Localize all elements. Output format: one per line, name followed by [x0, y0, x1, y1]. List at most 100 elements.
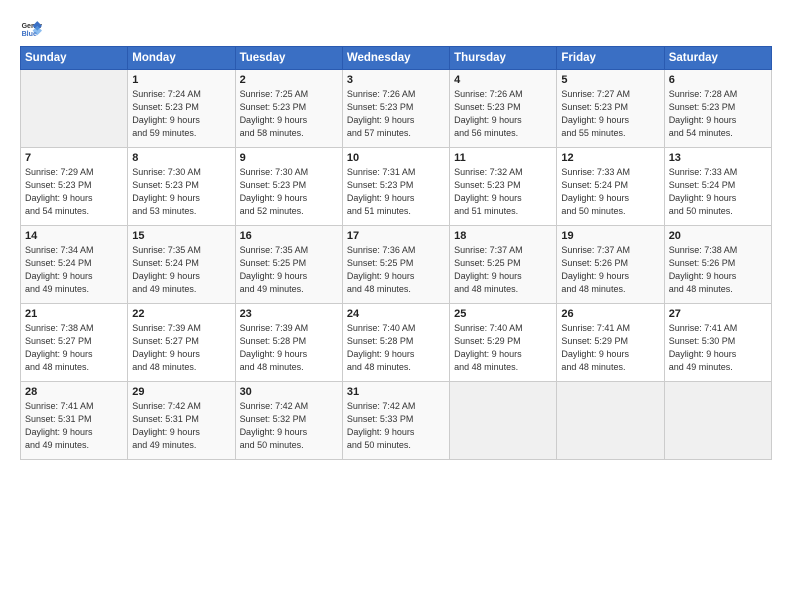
- calendar-cell: 27Sunrise: 7:41 AM Sunset: 5:30 PM Dayli…: [664, 304, 771, 382]
- calendar-cell: 13 Sunrise: 7:33 AM Sunset: 5:24 PM Dayli…: [664, 148, 771, 226]
- day-number: 2: [240, 74, 338, 86]
- calendar-cell: [557, 382, 664, 460]
- day-info: Sunrise: 7:35 AM Sunset: 5:24 PM Dayligh…: [132, 244, 230, 296]
- col-header-monday: Monday: [128, 47, 235, 70]
- col-header-wednesday: Wednesday: [342, 47, 449, 70]
- calendar-table: SundayMondayTuesdayWednesdayThursdayFrid…: [20, 46, 772, 460]
- day-number: 16: [240, 230, 338, 242]
- page: General Blue SundayMondayTuesdayWednesda…: [0, 0, 792, 612]
- calendar-cell: 29 Sunrise: 7:42 AM Sunset: 5:31 PM Dayli…: [128, 382, 235, 460]
- day-info: Sunrise: 7:25 AM Sunset: 5:23 PM Dayligh…: [240, 88, 338, 140]
- day-number: 19: [561, 230, 659, 242]
- day-number: 18: [454, 230, 552, 242]
- day-number: 15: [132, 230, 230, 242]
- calendar-cell: 1 Sunrise: 7:24 AM Sunset: 5:23 PM Daylig…: [128, 70, 235, 148]
- col-header-saturday: Saturday: [664, 47, 771, 70]
- calendar-cell: 30 Sunrise: 7:42 AM Sunset: 5:32 PM Dayli…: [235, 382, 342, 460]
- week-row-2: 7 Sunrise: 7:29 AM Sunset: 5:23 PM Daylig…: [21, 148, 772, 226]
- logo-icon: General Blue: [20, 18, 42, 40]
- day-info: Sunrise: 7:29 AM Sunset: 5:23 PM Dayligh…: [25, 166, 123, 218]
- day-info: Sunrise: 7:37 AM Sunset: 5:25 PM Dayligh…: [454, 244, 552, 296]
- day-info: Sunrise: 7:24 AM Sunset: 5:23 PM Dayligh…: [132, 88, 230, 140]
- day-info: Sunrise: 7:39 AM Sunset: 5:27 PM Dayligh…: [132, 322, 230, 374]
- calendar-cell: 2 Sunrise: 7:25 AM Sunset: 5:23 PM Daylig…: [235, 70, 342, 148]
- day-info: Sunrise: 7:30 AM Sunset: 5:23 PM Dayligh…: [240, 166, 338, 218]
- day-info: Sunrise: 7:31 AM Sunset: 5:23 PM Dayligh…: [347, 166, 445, 218]
- calendar-cell: 12 Sunrise: 7:33 AM Sunset: 5:24 PM Dayli…: [557, 148, 664, 226]
- calendar-cell: [450, 382, 557, 460]
- calendar-cell: 28 Sunrise: 7:41 AM Sunset: 5:31 PM Dayli…: [21, 382, 128, 460]
- col-header-friday: Friday: [557, 47, 664, 70]
- day-info: Sunrise: 7:41 AM Sunset: 5:29 PM Dayligh…: [561, 322, 659, 374]
- day-number: 22: [132, 308, 230, 320]
- col-header-tuesday: Tuesday: [235, 47, 342, 70]
- day-info: Sunrise: 7:42 AM Sunset: 5:32 PM Dayligh…: [240, 400, 338, 452]
- day-info: Sunrise: 7:37 AM Sunset: 5:26 PM Dayligh…: [561, 244, 659, 296]
- day-number: 7: [25, 152, 123, 164]
- calendar-cell: [664, 382, 771, 460]
- day-number: 28: [25, 386, 123, 398]
- day-info: Sunrise: 7:41 AM Sunset: 5:31 PM Dayligh…: [25, 400, 123, 452]
- calendar-cell: 15 Sunrise: 7:35 AM Sunset: 5:24 PM Dayli…: [128, 226, 235, 304]
- calendar-cell: 17 Sunrise: 7:36 AM Sunset: 5:25 PM Dayli…: [342, 226, 449, 304]
- calendar-cell: 8Sunrise: 7:30 AM Sunset: 5:23 PM Daylig…: [128, 148, 235, 226]
- calendar-cell: 25 Sunrise: 7:40 AM Sunset: 5:29 PM Dayli…: [450, 304, 557, 382]
- day-number: 14: [25, 230, 123, 242]
- day-number: 12: [561, 152, 659, 164]
- calendar-cell: 3Sunrise: 7:26 AM Sunset: 5:23 PM Daylig…: [342, 70, 449, 148]
- day-number: 5: [561, 74, 659, 86]
- calendar-cell: 26 Sunrise: 7:41 AM Sunset: 5:29 PM Dayli…: [557, 304, 664, 382]
- header-row: SundayMondayTuesdayWednesdayThursdayFrid…: [21, 47, 772, 70]
- calendar-cell: 21Sunrise: 7:38 AM Sunset: 5:27 PM Dayli…: [21, 304, 128, 382]
- day-info: Sunrise: 7:36 AM Sunset: 5:25 PM Dayligh…: [347, 244, 445, 296]
- day-number: 11: [454, 152, 552, 164]
- day-number: 29: [132, 386, 230, 398]
- day-number: 31: [347, 386, 445, 398]
- week-row-4: 21Sunrise: 7:38 AM Sunset: 5:27 PM Dayli…: [21, 304, 772, 382]
- day-number: 9: [240, 152, 338, 164]
- calendar-cell: 24 Sunrise: 7:40 AM Sunset: 5:28 PM Dayli…: [342, 304, 449, 382]
- day-number: 10: [347, 152, 445, 164]
- day-number: 25: [454, 308, 552, 320]
- calendar-cell: 7 Sunrise: 7:29 AM Sunset: 5:23 PM Daylig…: [21, 148, 128, 226]
- day-number: 1: [132, 74, 230, 86]
- day-number: 23: [240, 308, 338, 320]
- day-info: Sunrise: 7:30 AM Sunset: 5:23 PM Dayligh…: [132, 166, 230, 218]
- day-number: 3: [347, 74, 445, 86]
- calendar-cell: 9 Sunrise: 7:30 AM Sunset: 5:23 PM Daylig…: [235, 148, 342, 226]
- day-number: 4: [454, 74, 552, 86]
- calendar-cell: 18 Sunrise: 7:37 AM Sunset: 5:25 PM Dayli…: [450, 226, 557, 304]
- day-info: Sunrise: 7:42 AM Sunset: 5:31 PM Dayligh…: [132, 400, 230, 452]
- day-number: 20: [669, 230, 767, 242]
- day-info: Sunrise: 7:42 AM Sunset: 5:33 PM Dayligh…: [347, 400, 445, 452]
- calendar-cell: 20 Sunrise: 7:38 AM Sunset: 5:26 PM Dayli…: [664, 226, 771, 304]
- header: General Blue: [20, 18, 772, 40]
- calendar-cell: 31 Sunrise: 7:42 AM Sunset: 5:33 PM Dayli…: [342, 382, 449, 460]
- col-header-thursday: Thursday: [450, 47, 557, 70]
- day-info: Sunrise: 7:35 AM Sunset: 5:25 PM Dayligh…: [240, 244, 338, 296]
- day-number: 24: [347, 308, 445, 320]
- logo: General Blue: [20, 18, 46, 40]
- day-info: Sunrise: 7:32 AM Sunset: 5:23 PM Dayligh…: [454, 166, 552, 218]
- day-info: Sunrise: 7:33 AM Sunset: 5:24 PM Dayligh…: [561, 166, 659, 218]
- calendar-cell: 14Sunrise: 7:34 AM Sunset: 5:24 PM Dayli…: [21, 226, 128, 304]
- day-info: Sunrise: 7:40 AM Sunset: 5:28 PM Dayligh…: [347, 322, 445, 374]
- calendar-cell: 16 Sunrise: 7:35 AM Sunset: 5:25 PM Dayli…: [235, 226, 342, 304]
- calendar-cell: 19 Sunrise: 7:37 AM Sunset: 5:26 PM Dayli…: [557, 226, 664, 304]
- day-info: Sunrise: 7:28 AM Sunset: 5:23 PM Dayligh…: [669, 88, 767, 140]
- col-header-sunday: Sunday: [21, 47, 128, 70]
- day-number: 13: [669, 152, 767, 164]
- day-info: Sunrise: 7:26 AM Sunset: 5:23 PM Dayligh…: [454, 88, 552, 140]
- calendar-cell: [21, 70, 128, 148]
- day-info: Sunrise: 7:40 AM Sunset: 5:29 PM Dayligh…: [454, 322, 552, 374]
- day-number: 30: [240, 386, 338, 398]
- day-info: Sunrise: 7:33 AM Sunset: 5:24 PM Dayligh…: [669, 166, 767, 218]
- day-info: Sunrise: 7:39 AM Sunset: 5:28 PM Dayligh…: [240, 322, 338, 374]
- day-number: 26: [561, 308, 659, 320]
- day-info: Sunrise: 7:41 AM Sunset: 5:30 PM Dayligh…: [669, 322, 767, 374]
- calendar-cell: 4 Sunrise: 7:26 AM Sunset: 5:23 PM Daylig…: [450, 70, 557, 148]
- day-info: Sunrise: 7:38 AM Sunset: 5:26 PM Dayligh…: [669, 244, 767, 296]
- day-number: 17: [347, 230, 445, 242]
- day-info: Sunrise: 7:38 AM Sunset: 5:27 PM Dayligh…: [25, 322, 123, 374]
- week-row-3: 14Sunrise: 7:34 AM Sunset: 5:24 PM Dayli…: [21, 226, 772, 304]
